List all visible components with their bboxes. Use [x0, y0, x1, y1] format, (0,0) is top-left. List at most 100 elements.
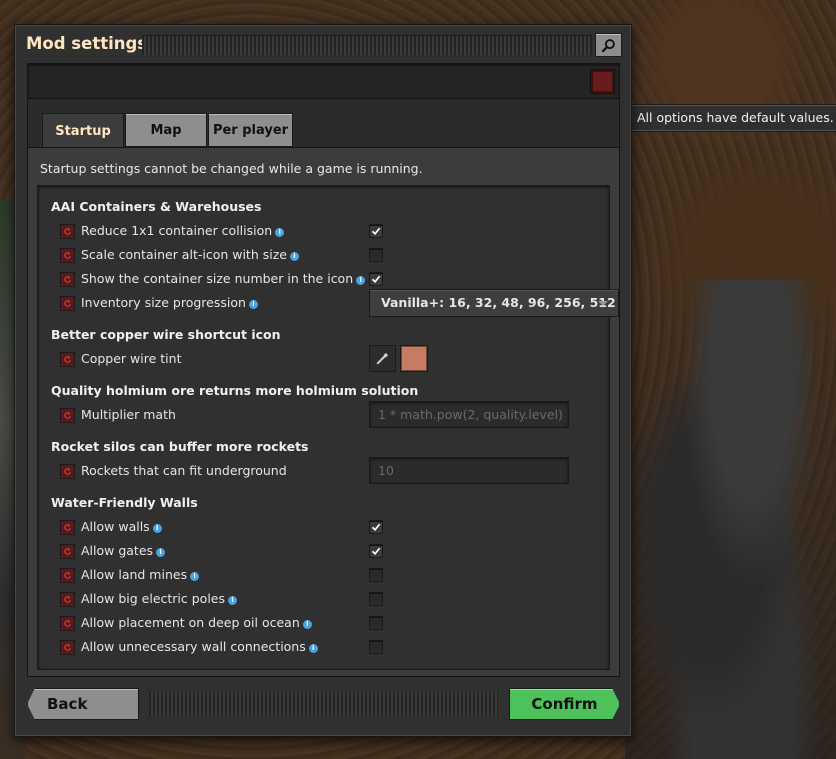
setting-checkbox[interactable] [369, 544, 383, 558]
setting-label: Allow walls i [81, 519, 162, 534]
info-icon[interactable]: i [308, 644, 318, 653]
background-machinery-right [625, 280, 836, 759]
setting-label: Inventory size progression i [81, 295, 258, 310]
setting-label: Rockets that can fit underground [81, 463, 287, 478]
color-picker-button[interactable] [369, 345, 396, 372]
setting-label: Scale container alt-icon with size i [81, 247, 299, 262]
info-icon[interactable]: i [156, 548, 166, 557]
reset-icon [64, 548, 71, 555]
reset-button[interactable] [60, 296, 75, 311]
info-icon[interactable]: i [275, 228, 285, 237]
startup-notice: Startup settings cannot be changed while… [40, 161, 423, 176]
reset-icon [64, 300, 71, 307]
reset-icon [64, 644, 71, 651]
setting-checkbox[interactable] [369, 272, 383, 286]
reset-button[interactable] [60, 520, 75, 535]
reset-button[interactable] [60, 616, 75, 631]
info-icon[interactable]: i [302, 620, 312, 629]
reset-icon [64, 356, 71, 363]
mod-settings-window: Mod settings Startup Map Per player Star… [14, 24, 632, 737]
tab-startup[interactable]: Startup [42, 113, 124, 148]
info-icon[interactable]: i [228, 596, 238, 605]
setting-checkbox[interactable] [369, 520, 383, 534]
reset-button[interactable] [60, 408, 75, 423]
reset-icon [64, 596, 71, 603]
setting-label: Allow land mines i [81, 567, 200, 582]
reset-icon [64, 572, 71, 579]
title-drag-handle[interactable] [142, 35, 592, 55]
info-icon[interactable]: i [248, 300, 258, 309]
reset-button[interactable] [60, 544, 75, 559]
search-button[interactable] [595, 33, 622, 57]
checkmark-icon [371, 547, 381, 556]
setting-label: Reduce 1x1 container collision i [81, 223, 285, 238]
setting-label: Allow big electric poles i [81, 591, 238, 606]
reset-icon [64, 276, 71, 283]
setting-row: Allow placement on deep oil ocean i [60, 614, 600, 634]
reset-button[interactable] [60, 224, 75, 239]
confirm-button[interactable]: Confirm [509, 688, 620, 720]
reset-icon [64, 412, 71, 419]
bottom-drag-handle[interactable] [149, 691, 498, 717]
search-bar [27, 63, 620, 99]
group-title: Water-Friendly Walls [51, 495, 198, 510]
checkmark-icon [371, 523, 381, 532]
reset-button[interactable] [60, 352, 75, 367]
tab-bar: Startup Map Per player [27, 99, 620, 148]
reset-button[interactable] [60, 568, 75, 583]
dropdown-value: Vanilla+: 16, 32, 48, 96, 256, 512 [381, 295, 616, 310]
tooltip: All options have default values. [626, 104, 836, 132]
setting-row: Scale container alt-icon with size i [60, 246, 600, 266]
info-icon[interactable]: i [152, 524, 162, 533]
setting-checkbox[interactable] [369, 616, 383, 630]
color-swatch[interactable] [400, 345, 428, 372]
chevron-down-icon [598, 301, 608, 306]
setting-checkbox[interactable] [369, 640, 383, 654]
reset-icon [64, 620, 71, 627]
reset-button[interactable] [60, 464, 75, 479]
setting-label: Show the container size number in the ic… [81, 271, 366, 286]
reset-button[interactable] [60, 248, 75, 263]
setting-label: Multiplier math [81, 407, 176, 422]
setting-row: Rockets that can fit underground 10 [60, 457, 600, 484]
group-title: Quality holmium ore returns more holmium… [51, 383, 419, 398]
tab-map[interactable]: Map [125, 113, 207, 147]
setting-checkbox[interactable] [369, 592, 383, 606]
settings-scroll-pane[interactable]: AAI Containers & Warehouses Reduce 1x1 c… [37, 185, 619, 670]
group-title: Rocket silos can buffer more rockets [51, 439, 309, 454]
bottom-bar: Back Confirm [27, 685, 620, 721]
setting-row: Inventory size progression i Vanilla+: 16… [60, 289, 619, 317]
setting-label: Allow unnecessary wall connections i [81, 639, 318, 654]
setting-label: Copper wire tint [81, 351, 182, 366]
setting-row: Allow gates i [60, 542, 600, 562]
info-icon[interactable]: i [356, 276, 366, 285]
back-button[interactable]: Back [27, 688, 139, 720]
setting-row: Multiplier math 1 * math.pow(2, quality.… [60, 401, 600, 428]
info-icon[interactable]: i [289, 252, 299, 261]
reset-icon [64, 524, 71, 531]
reset-button[interactable] [60, 272, 75, 287]
reset-icon [64, 252, 71, 259]
setting-checkbox[interactable] [369, 568, 383, 582]
eyedropper-icon [376, 352, 389, 365]
reset-button[interactable] [60, 640, 75, 655]
reset-all-button[interactable] [590, 69, 615, 94]
search-icon [601, 38, 615, 52]
tab-per-player[interactable]: Per player [208, 113, 293, 147]
inventory-size-dropdown[interactable]: Vanilla+: 16, 32, 48, 96, 256, 512 [369, 289, 619, 317]
setting-row: Allow big electric poles i [60, 590, 600, 610]
setting-row: Copper wire tint [60, 345, 600, 372]
setting-row: Allow land mines i [60, 566, 600, 586]
setting-checkbox[interactable] [369, 248, 383, 262]
title-bar[interactable]: Mod settings [15, 25, 631, 63]
group-title: Better copper wire shortcut icon [51, 327, 281, 342]
info-icon[interactable]: i [190, 572, 200, 581]
reset-icon [64, 468, 71, 475]
rockets-underground-field[interactable]: 10 [369, 457, 569, 484]
multiplier-math-field[interactable]: 1 * math.pow(2, quality.level) [369, 401, 569, 428]
setting-checkbox[interactable] [369, 224, 383, 238]
reset-button[interactable] [60, 592, 75, 607]
tab-content: Startup settings cannot be changed while… [27, 147, 620, 677]
reset-icon [64, 228, 71, 235]
setting-row: Show the container size number in the ic… [60, 270, 600, 290]
